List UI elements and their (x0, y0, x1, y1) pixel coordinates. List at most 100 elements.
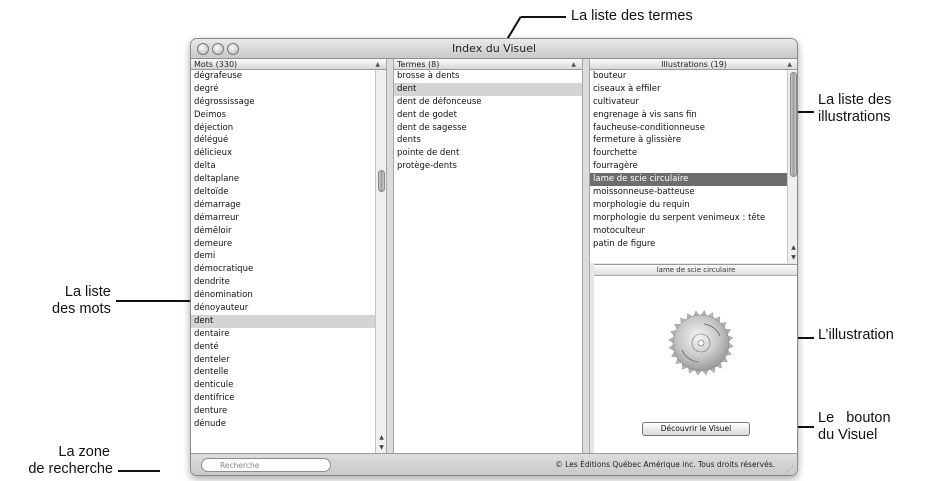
callout-illustrations-line2: illustrations (818, 109, 891, 125)
illustration-list-item[interactable]: morphologie du requin (590, 199, 797, 212)
illustrations-list[interactable]: Illustrations (19) ▲ bouteur ciseaux à ef… (590, 59, 797, 263)
illustration-list-item[interactable]: ciseaux à effiler (590, 83, 797, 96)
illustration-list-item[interactable]: fourchette (590, 147, 797, 160)
bottom-bar: © Les Éditions Québec Amérique inc. Tous… (191, 453, 797, 475)
resize-grip-icon[interactable]: ⋰ (786, 464, 794, 473)
callout-illustrations-line1: La liste des (818, 92, 892, 108)
words-rows: dégrafeuse degré dégrossissage Deimos déject… (191, 70, 386, 431)
word-list-item[interactable]: démarrage (191, 199, 386, 212)
word-list-item[interactable]: délicieux (191, 147, 386, 160)
words-scroll-thumb[interactable] (378, 170, 385, 192)
scroll-down-icon[interactable]: ▼ (788, 254, 797, 261)
copyright-notice: © Les Éditions Québec Amérique inc. Tous… (555, 460, 775, 469)
words-header[interactable]: Mots (330) ▲ (191, 59, 386, 70)
illustration-list-item[interactable]: patin de figure (590, 238, 797, 251)
word-list-item[interactable]: degré (191, 83, 386, 96)
terms-header-label: Termes (8) (397, 60, 440, 69)
term-list-item[interactable]: dent de défonceuse (394, 96, 582, 109)
word-list-item[interactable]: déjection (191, 122, 386, 135)
callout-button-line2: du Visuel (818, 427, 878, 443)
title-bar[interactable]: Index du Visuel (191, 39, 797, 59)
scroll-up-icon[interactable]: ▲ (376, 434, 386, 441)
word-list-item[interactable]: demi (191, 250, 386, 263)
word-list-item[interactable]: délégué (191, 134, 386, 147)
illustration-list-item[interactable]: moissonneuse-batteuse (590, 186, 797, 199)
illustration-list-item[interactable]: fourragère (590, 160, 797, 173)
illustrations-header-label: Illustrations (19) (661, 60, 727, 69)
callout-illustration: L’illustration (818, 327, 894, 343)
word-list-item[interactable]: démêloir (191, 225, 386, 238)
word-list-item[interactable]: denture (191, 405, 386, 418)
terms-header[interactable]: Termes (8) ▲ (394, 59, 582, 70)
illustration-list-item[interactable]: fermeture à glissière (590, 134, 797, 147)
term-list-item[interactable]: dent de sagesse (394, 122, 582, 135)
search-input[interactable] (201, 458, 331, 472)
word-list-item[interactable]: dentaire (191, 328, 386, 341)
circular-saw-blade-illustration (668, 310, 734, 376)
word-list-item[interactable]: demeure (191, 238, 386, 251)
illustration-list-item[interactable]: morphologie du serpent venimeux : tête (590, 212, 797, 225)
illustration-list-item[interactable]: faucheuse-conditionneuse (590, 122, 797, 135)
word-list-item[interactable]: dégrossissage (191, 96, 386, 109)
discover-visual-button[interactable]: Découvrir le Visuel (642, 422, 750, 436)
callout-terms-list: La liste des termes (571, 8, 693, 24)
illustration-list-item[interactable]: lame de scie circulaire (590, 173, 797, 187)
illustrations-header[interactable]: Illustrations (19) ▲ (590, 59, 797, 70)
word-list-item[interactable]: deltaplane (191, 173, 386, 186)
words-header-label: Mots (330) (194, 60, 238, 69)
word-list-item[interactable]: dénomination (191, 289, 386, 302)
term-list-item[interactable]: pointe de dent (394, 147, 582, 160)
word-list-item[interactable]: dendrite (191, 276, 386, 289)
preview-caption: lame de scie circulaire (594, 265, 797, 276)
scroll-down-icon[interactable]: ▼ (376, 444, 386, 451)
callout-illustrations-list: La liste des illustrations (818, 92, 891, 126)
callout-words-line2: des mots (52, 301, 111, 317)
word-list-item[interactable]: denté (191, 341, 386, 354)
window-title: Index du Visuel (451, 42, 537, 55)
word-list-item[interactable]: dénoyauteur (191, 302, 386, 315)
term-list-item[interactable]: dent (394, 82, 582, 96)
callout-button: Le bouton du Visuel (818, 410, 891, 444)
column-divider-left[interactable] (386, 59, 394, 453)
callout-terms-line-h (521, 16, 566, 18)
callout-search-line1: La zone (58, 444, 110, 460)
illustrations-scrollbar[interactable]: ▲ ▼ (787, 70, 797, 263)
term-list-item[interactable]: dents (394, 134, 582, 147)
callout-words-list: La liste des mots (52, 284, 111, 318)
word-list-item[interactable]: deltoïde (191, 186, 386, 199)
term-list-item[interactable]: dent de godet (394, 109, 582, 122)
word-list-item[interactable]: dénude (191, 418, 386, 431)
column-divider-right[interactable] (582, 59, 590, 453)
word-list-item[interactable]: delta (191, 160, 386, 173)
app-window: Index du Visuel Mots (330) ▲ dégrafeuse d… (190, 38, 798, 476)
word-list-item[interactable]: démarreur (191, 212, 386, 225)
words-list[interactable]: Mots (330) ▲ dégrafeuse degré dégrossissag… (191, 59, 386, 453)
word-list-item[interactable]: denticule (191, 379, 386, 392)
illustrations-rows: bouteur ciseaux à effiler cultivateur engre… (590, 70, 797, 251)
word-list-item[interactable]: dentifrice (191, 392, 386, 405)
callout-search-line2: de recherche (28, 461, 113, 477)
word-list-item[interactable]: démocratique (191, 263, 386, 276)
callout-words-line1: La liste (64, 284, 111, 300)
illustration-list-item[interactable]: cultivateur (590, 96, 797, 109)
illustrations-scroll-thumb[interactable] (790, 72, 797, 177)
illustration-list-item[interactable]: motoculteur (590, 225, 797, 238)
sort-ascending-icon: ▲ (787, 61, 792, 68)
term-list-item[interactable]: brosse à dents (394, 70, 582, 83)
callout-search-pointer (118, 470, 160, 472)
word-list-item[interactable]: dent (191, 314, 386, 328)
term-list-item[interactable]: protège-dents (394, 160, 582, 173)
terms-rows: brosse à dents dent dent de défonceuse dent… (394, 70, 582, 173)
scroll-up-icon[interactable]: ▲ (788, 244, 797, 251)
word-list-item[interactable]: dentelle (191, 366, 386, 379)
illustration-list-item[interactable]: engrenage à vis sans fin (590, 109, 797, 122)
words-scrollbar[interactable]: ▲ ▼ (375, 70, 386, 453)
illustration-list-item[interactable]: bouteur (590, 70, 797, 83)
word-list-item[interactable]: denteler (191, 354, 386, 367)
sort-ascending-icon: ▲ (571, 61, 576, 68)
terms-list[interactable]: Termes (8) ▲ brosse à dents dent dent de d… (394, 59, 582, 453)
word-list-item[interactable]: Deimos (191, 109, 386, 122)
word-list-item[interactable]: dégrafeuse (191, 70, 386, 83)
illustration-preview: lame de scie circulaire Découvrir le Vis… (594, 264, 797, 455)
sort-ascending-icon: ▲ (375, 61, 380, 68)
